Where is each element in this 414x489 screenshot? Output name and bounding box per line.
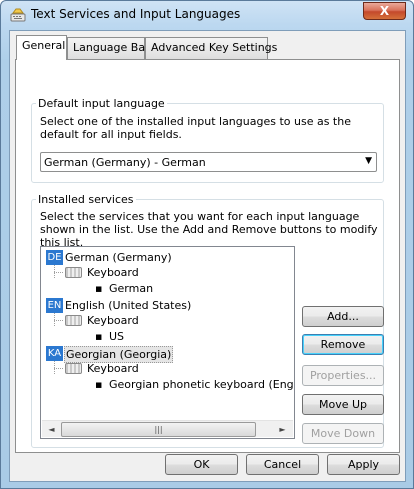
scroll-left-icon[interactable]: ◄ xyxy=(43,422,60,437)
tree-horizontal-scrollbar[interactable]: ◄ ||| ► xyxy=(42,420,293,437)
apply-button[interactable]: Apply xyxy=(327,454,400,475)
keyboard-icon xyxy=(10,8,26,22)
language-badge-de: DE xyxy=(46,250,63,265)
remove-button[interactable]: Remove xyxy=(302,334,384,355)
tree-language-english[interactable]: English (United States) xyxy=(65,298,191,313)
tree-category-keyboard[interactable]: Keyboard xyxy=(87,361,139,376)
tree-language-german[interactable]: German (Germany) xyxy=(65,250,172,265)
language-badge-en: EN xyxy=(46,298,63,313)
default-language-group-title: Default input language xyxy=(36,97,167,110)
properties-button[interactable]: Properties... xyxy=(302,365,384,386)
general-tab-panel: Default input language Select one of the… xyxy=(15,59,400,453)
tree-layout-us[interactable]: US xyxy=(109,329,124,344)
default-language-description: Select one of the installed input langua… xyxy=(40,115,351,141)
tab-language-bar-label: Language Bar xyxy=(73,41,150,54)
tree-layout-german[interactable]: German xyxy=(109,281,153,296)
tree-connector xyxy=(54,272,63,273)
add-button[interactable]: Add... xyxy=(302,306,384,327)
chevron-down-icon: ▼ xyxy=(365,156,372,166)
dialog-window: Text Services and Input Languages X Gene… xyxy=(0,0,414,489)
tree-connector xyxy=(54,368,63,369)
default-language-select[interactable]: German (Germany) - German ▼ xyxy=(40,152,377,172)
tab-language-bar[interactable]: Language Bar xyxy=(67,37,150,59)
installed-services-group-title: Installed services xyxy=(36,193,136,206)
ok-button[interactable]: OK xyxy=(165,454,238,475)
window-title: Text Services and Input Languages xyxy=(31,7,241,21)
keyboard-icon xyxy=(65,315,82,326)
tab-advanced-key-settings[interactable]: Advanced Key Settings xyxy=(145,37,277,59)
tree-layout-georgian-phonetic[interactable]: Georgian phonetic keyboard (English ba xyxy=(109,377,294,392)
cancel-button[interactable]: Cancel xyxy=(246,454,319,475)
tree-connector xyxy=(54,320,63,321)
tab-advanced-key-settings-label: Advanced Key Settings xyxy=(151,41,278,54)
move-down-button[interactable]: Move Down xyxy=(302,423,384,444)
tree-category-keyboard[interactable]: Keyboard xyxy=(87,265,139,280)
language-badge-ka: KA xyxy=(46,346,63,361)
bullet-icon: ▪ xyxy=(95,282,103,295)
installed-services-tree[interactable]: DE German (Germany) Keyboard ▪ German EN… xyxy=(40,246,295,439)
default-language-value: German (Germany) - German xyxy=(44,156,206,169)
installed-services-description: Select the services that you want for ea… xyxy=(40,210,378,249)
dialog-client-area: General Language Bar Advanced Key Settin… xyxy=(9,30,406,482)
bullet-icon: ▪ xyxy=(95,330,103,343)
tree-category-keyboard[interactable]: Keyboard xyxy=(87,313,139,328)
move-up-button[interactable]: Move Up xyxy=(302,394,384,415)
scrollbar-thumb[interactable]: ||| xyxy=(61,422,256,437)
title-bar[interactable]: Text Services and Input Languages X xyxy=(1,1,413,29)
keyboard-icon xyxy=(65,267,82,278)
scrollbar-grip-icon: ||| xyxy=(154,425,163,434)
close-button[interactable]: X xyxy=(363,2,406,20)
keyboard-icon xyxy=(65,363,82,374)
tab-general-label: General xyxy=(22,39,66,52)
bullet-icon: ▪ xyxy=(95,378,103,391)
close-icon: X xyxy=(379,4,390,18)
tab-general[interactable]: General xyxy=(16,35,67,60)
scroll-right-icon[interactable]: ► xyxy=(274,422,291,437)
